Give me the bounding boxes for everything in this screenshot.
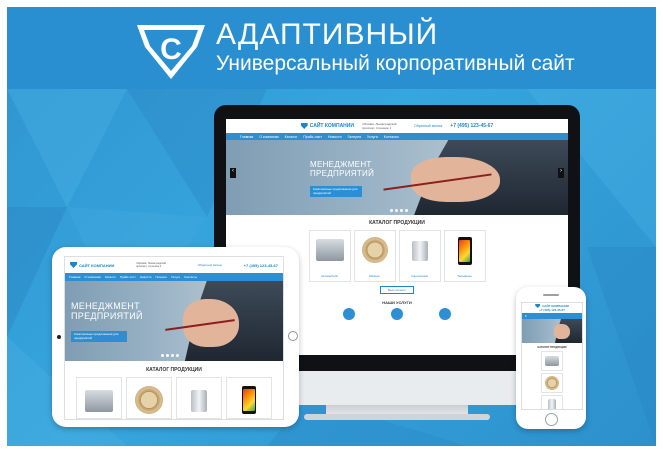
slider-prev-arrow[interactable]: ‹ [230, 168, 236, 178]
banner-subtitle: Универсальный корпоративный сайт [216, 52, 575, 75]
chair-image [135, 386, 163, 414]
callback-link[interactable]: Обратный звонок [414, 124, 442, 128]
hero-button[interactable]: Комплексные предложения для предприятий [310, 186, 362, 198]
catalog-title: КАТАЛОГ ПРОДУКЦИИ [146, 367, 202, 373]
nav-item-gallery[interactable]: Галерея [348, 135, 361, 139]
catalog-item-label: Телефоны [457, 274, 472, 278]
site-header: САЙТ КОМПАНИИ г.Москва, Ленинградский пр… [226, 119, 568, 133]
hero-slider: МЕНЕДЖМЕНТ ПРЕДПРИЯТИЙ Комплексные предл… [65, 281, 283, 361]
nav-item-gallery[interactable]: Галерея [155, 275, 167, 279]
banner-title: АДАПТИВНЫЙ [216, 18, 439, 51]
site-header: САЙТ КОМПАНИИ +7 (495) 123-45-67 [522, 303, 582, 313]
nav-item-pricelist[interactable]: Прайс-лист [120, 275, 136, 279]
smartphone-image [242, 386, 256, 414]
nav-item-about[interactable]: О компании [259, 135, 278, 139]
monitor-foot [304, 414, 490, 420]
faucet-image [191, 390, 207, 412]
nav-item-catalog[interactable]: Каталог [105, 275, 116, 279]
site-phone: +7 (495) 123-45-67 [539, 308, 565, 312]
catalog-grid [530, 351, 574, 409]
catalog-item-label: Автомобили [320, 274, 339, 278]
site-address: г.Москва, Ленинградский проспект, строен… [136, 262, 166, 268]
catalog-item-label: Мебель [369, 274, 380, 278]
site-header: САЙТ КОМПАНИИ г.Москва, Ленинградский пр… [65, 257, 283, 273]
hero-title-line1: МЕНЕДЖМЕНТ [310, 160, 372, 169]
catalog-item-phones[interactable]: Телефоны [443, 230, 486, 282]
hero-title: МЕНЕДЖМЕНТ ПРЕДПРИЯТИЙ [71, 301, 143, 322]
nav-item-contacts[interactable]: Контакты [184, 275, 197, 279]
truck-image [315, 239, 344, 261]
nav-item-home[interactable]: Главная [69, 275, 80, 279]
site-address: г.Москва, Ленинградский проспект, строен… [361, 122, 397, 130]
all-catalog-button[interactable]: Весь каталог [380, 286, 414, 294]
catalog-item-cars[interactable]: Автомобили [308, 230, 351, 282]
chair-image [545, 376, 559, 390]
catalog-title: КАТАЛОГ ПРОДУКЦИИ [537, 346, 567, 349]
catalog-item-plumbing[interactable]: Сантехника [398, 230, 441, 282]
site-brand: САЙТ КОМПАНИИ [309, 123, 354, 129]
site-brand: САЙТ КОМПАНИИ [79, 262, 115, 268]
nav-item-home[interactable]: Главная [240, 135, 253, 139]
service-icon[interactable] [343, 308, 355, 320]
smartphone-image [457, 237, 472, 265]
faucet-image [411, 241, 428, 261]
faucet-image [548, 399, 556, 409]
hero-slider [522, 319, 582, 343]
hero-button[interactable]: Комплексные предложения для предприятий [71, 331, 127, 343]
hero-title: МЕНЕДЖМЕНТ ПРЕДПРИЯТИЙ [310, 160, 374, 178]
nav-item-news[interactable]: Новости [328, 135, 342, 139]
site-nav: Главная О компании Каталог Прайс-лист Но… [65, 273, 283, 281]
site-phone: +7 (495) 123-45-67 [450, 123, 494, 129]
nav-item-catalog[interactable]: Каталог [285, 135, 298, 139]
hero-hand-image [554, 324, 570, 339]
tablet-device: САЙТ КОМПАНИИ г.Москва, Ленинградский пр… [52, 247, 299, 427]
smartphone-screen: САЙТ КОМПАНИИ +7 (495) 123-45-67 ≡ КАТАЛ… [521, 302, 583, 410]
catalog-item-furniture[interactable]: Мебель [353, 230, 396, 282]
catalog-grid [65, 377, 283, 419]
slider-dots [161, 354, 179, 357]
tablet-camera [57, 335, 61, 339]
slider-next-arrow[interactable]: › [558, 168, 564, 178]
service-icon[interactable] [391, 308, 403, 320]
site-logo-icon [70, 262, 77, 268]
shield-s-icon: C [137, 25, 205, 79]
catalog-item-phones[interactable] [226, 377, 272, 419]
slider-dots [390, 209, 408, 212]
tablet-home-button [288, 331, 298, 341]
nav-item-pricelist[interactable]: Прайс-лист [303, 135, 322, 139]
hero-title-line1: МЕНЕДЖМЕНТ [71, 301, 140, 311]
service-icon[interactable] [439, 308, 451, 320]
truck-image [545, 356, 559, 366]
catalog-title: КАТАЛОГ ПРОДУКЦИИ [369, 220, 425, 226]
site-logo[interactable]: САЙТ КОМПАНИИ [300, 123, 354, 129]
smartphone-device: САЙТ КОМПАНИИ +7 (495) 123-45-67 ≡ КАТАЛ… [516, 287, 586, 429]
catalog-item-furniture[interactable] [541, 373, 563, 393]
site-nav: Главная О компании Каталог Прайс-лист Но… [226, 133, 568, 140]
nav-item-services[interactable]: Услуги [171, 275, 180, 279]
catalog-item-cars[interactable] [76, 377, 122, 419]
catalog-item-plumbing[interactable] [176, 377, 222, 419]
nav-item-about[interactable]: О компании [84, 275, 101, 279]
nav-item-news[interactable]: Новости [140, 275, 152, 279]
site-logo-icon [300, 123, 308, 129]
nav-item-contacts[interactable]: Контакты [384, 135, 399, 139]
catalog-item-cars[interactable] [541, 351, 563, 371]
site-phone: +7 (495) 123-45-67 [243, 262, 278, 268]
hero-title-line2: ПРЕДПРИЯТИЙ [310, 169, 375, 179]
hero-slider: МЕНЕДЖМЕНТ ПРЕДПРИЯТИЙ Комплексные предл… [226, 140, 568, 215]
chair-image [361, 237, 388, 263]
hero-title-line2: ПРЕДПРИЯТИЙ [71, 311, 143, 322]
phone-home-button [545, 413, 558, 426]
truck-image [85, 390, 113, 412]
catalog-item-plumbing[interactable] [541, 395, 563, 409]
catalog-item-label: Сантехника [411, 274, 428, 278]
tablet-screen: САЙТ КОМПАНИИ г.Москва, Ленинградский пр… [64, 256, 284, 420]
phone-speaker [543, 294, 559, 296]
site-logo[interactable]: САЙТ КОМПАНИИ [70, 262, 114, 268]
nav-item-services[interactable]: Услуги [367, 135, 378, 139]
svg-text:C: C [160, 33, 182, 66]
catalog-item-furniture[interactable] [126, 377, 172, 419]
callback-link[interactable]: Обратный звонок [198, 263, 222, 267]
